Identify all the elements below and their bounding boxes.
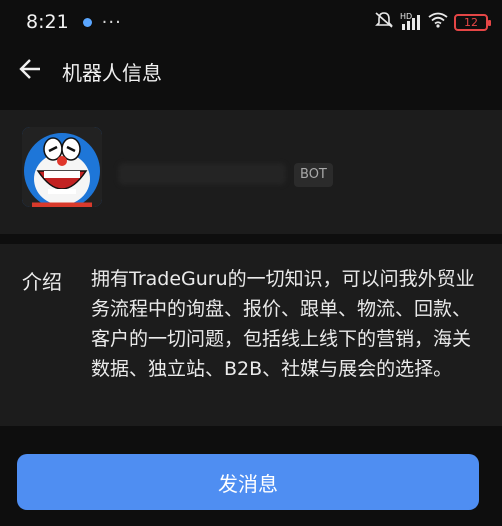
mute-icon	[374, 11, 394, 33]
send-message-button[interactable]: 发消息	[17, 454, 479, 510]
intro-card: 介绍 拥有TradeGuru的一切知识，可以问我外贸业务流程中的询盘、报价、跟单…	[0, 244, 502, 426]
arrow-left-icon	[18, 58, 42, 84]
status-icons: HD 12	[374, 11, 491, 33]
signal-icon: HD	[400, 12, 422, 30]
intro-label: 介绍	[22, 270, 62, 294]
bot-profile-card: BOT	[0, 110, 502, 234]
avatar[interactable]	[22, 127, 102, 207]
nav-bar: 机器人信息	[0, 44, 502, 98]
bot-badge: BOT	[294, 163, 333, 187]
battery-level: 12	[464, 15, 478, 29]
battery-icon: 12	[454, 13, 491, 31]
network-type-label: HD	[400, 12, 413, 21]
status-more-indicator: ···	[101, 11, 122, 33]
back-button[interactable]	[0, 44, 60, 98]
status-bar: 8:21 ··· HD 12	[0, 0, 502, 44]
notification-dot-icon	[82, 17, 92, 27]
bot-name-redacted	[118, 163, 286, 185]
page-title: 机器人信息	[62, 60, 162, 85]
intro-text: 拥有TradeGuru的一切知识，可以问我外贸业务流程中的询盘、报价、跟单、物流…	[91, 268, 475, 380]
status-time: 8:21	[26, 11, 69, 33]
wifi-icon	[428, 12, 448, 32]
doraemon-avatar-icon	[22, 127, 102, 207]
